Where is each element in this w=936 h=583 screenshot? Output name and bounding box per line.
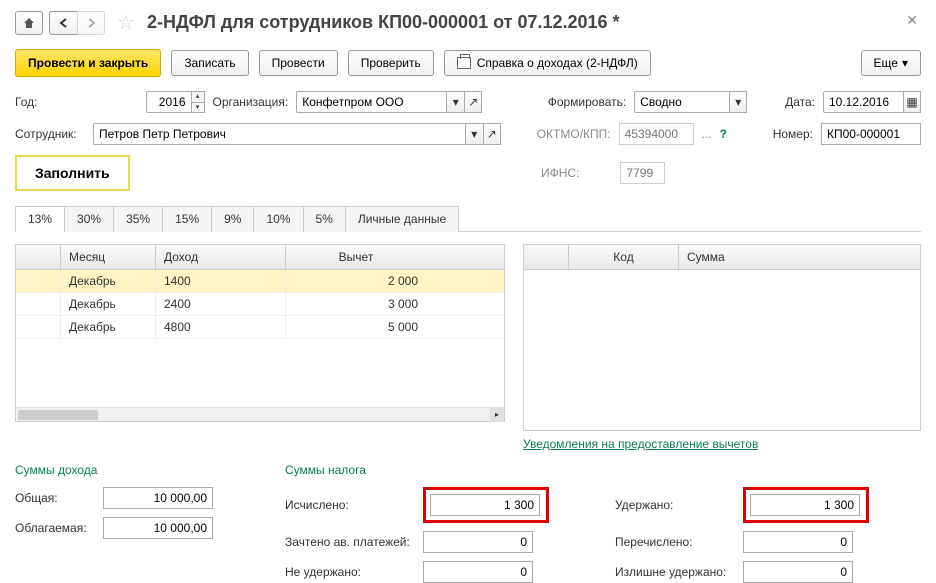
year-label: Год: [15, 95, 37, 109]
col-month[interactable]: Месяц [61, 245, 156, 269]
oktmo-input[interactable] [619, 123, 694, 145]
printer-icon [457, 57, 471, 69]
num-input[interactable] [821, 123, 921, 145]
held-input[interactable] [750, 494, 860, 516]
favorite-star-icon[interactable]: ☆ [117, 10, 135, 35]
post-button[interactable]: Провести [259, 50, 338, 76]
deductions-link[interactable]: Уведомления на предоставление вычетов [523, 437, 758, 451]
help-icon[interactable]: ? [720, 127, 727, 141]
col-ded[interactable]: Вычет [286, 245, 426, 269]
table-row[interactable]: Декабрь24003 000 [16, 293, 504, 316]
table-row[interactable]: Декабрь14002 000 [16, 270, 504, 293]
tab-personal[interactable]: Личные данные [345, 206, 459, 232]
save-button[interactable]: Записать [171, 50, 248, 76]
year-up[interactable]: ▴ [191, 91, 205, 102]
income-sums-head: Суммы дохода [15, 463, 235, 477]
chevron-down-icon: ▾ [902, 56, 908, 70]
emp-input[interactable] [93, 123, 465, 145]
cert-button[interactable]: Справка о доходах (2-НДФЛ) [444, 50, 651, 76]
emp-label: Сотрудник: [15, 127, 85, 141]
tab-30[interactable]: 30% [64, 206, 114, 232]
taxable-label: Облагаемая: [15, 521, 95, 535]
date-label: Дата: [785, 95, 815, 109]
window-title: 2-НДФЛ для сотрудников КП00-000001 от 07… [147, 12, 620, 33]
oktmo-ellipsis[interactable]: ... [702, 127, 712, 141]
org-open[interactable]: ↗ [464, 91, 482, 113]
tab-35[interactable]: 35% [113, 206, 163, 232]
org-dropdown[interactable]: ▾ [446, 91, 464, 113]
num-label: Номер: [773, 127, 813, 141]
tab-5[interactable]: 5% [303, 206, 346, 232]
adv-label: Зачтено ав. платежей: [285, 535, 415, 549]
col-sum[interactable]: Сумма [679, 245, 920, 269]
col-code[interactable]: Код [569, 245, 679, 269]
year-down[interactable]: ▾ [191, 102, 205, 113]
nav-back-button[interactable] [49, 11, 77, 35]
calc-label: Исчислено: [285, 498, 415, 512]
post-close-button[interactable]: Провести и закрыть [15, 49, 161, 77]
tab-10[interactable]: 10% [253, 206, 303, 232]
taxable-input[interactable] [103, 517, 213, 539]
table-row[interactable]: Декабрь48005 000 [16, 316, 504, 339]
form-dropdown[interactable]: ▾ [729, 91, 747, 113]
date-input[interactable] [823, 91, 903, 113]
tab-13[interactable]: 13% [15, 206, 65, 232]
form-input[interactable] [634, 91, 729, 113]
over-input[interactable] [743, 561, 853, 583]
nav-fwd-button [77, 11, 105, 35]
trans-input[interactable] [743, 531, 853, 553]
fill-button[interactable]: Заполнить [15, 155, 130, 191]
close-icon[interactable]: ✕ [906, 12, 918, 29]
tabs-bar: 13% 30% 35% 15% 9% 10% 5% Личные данные [15, 205, 921, 232]
emp-dropdown[interactable]: ▾ [465, 123, 483, 145]
more-button[interactable]: Еще▾ [861, 50, 921, 76]
home-button[interactable] [15, 11, 43, 35]
h-scrollbar[interactable]: ▸ [16, 407, 504, 421]
total-input[interactable] [103, 487, 213, 509]
date-picker[interactable]: ▦ [903, 91, 921, 113]
held-label: Удержано: [615, 498, 735, 512]
col-income[interactable]: Доход [156, 245, 286, 269]
adv-input[interactable] [423, 531, 533, 553]
emp-open[interactable]: ↗ [483, 123, 501, 145]
tab-15[interactable]: 15% [162, 206, 212, 232]
ifns-input[interactable] [620, 162, 665, 184]
oktmo-label: ОКТМО/КПП: [537, 127, 611, 141]
total-label: Общая: [15, 491, 95, 505]
form-label: Формировать: [548, 95, 627, 109]
org-label: Организация: [213, 95, 289, 109]
held-highlight [743, 487, 869, 523]
notheld-label: Не удержано: [285, 565, 415, 579]
notheld-input[interactable] [423, 561, 533, 583]
tax-sums-head: Суммы налога [285, 463, 565, 477]
calc-highlight [423, 487, 549, 523]
trans-label: Перечислено: [615, 535, 735, 549]
org-input[interactable] [296, 91, 446, 113]
over-label: Излишне удержано: [615, 565, 735, 579]
calc-input[interactable] [430, 494, 540, 516]
check-button[interactable]: Проверить [348, 50, 434, 76]
ifns-label: ИФНС: [541, 166, 579, 180]
year-input[interactable] [146, 91, 191, 113]
tab-9[interactable]: 9% [211, 206, 254, 232]
